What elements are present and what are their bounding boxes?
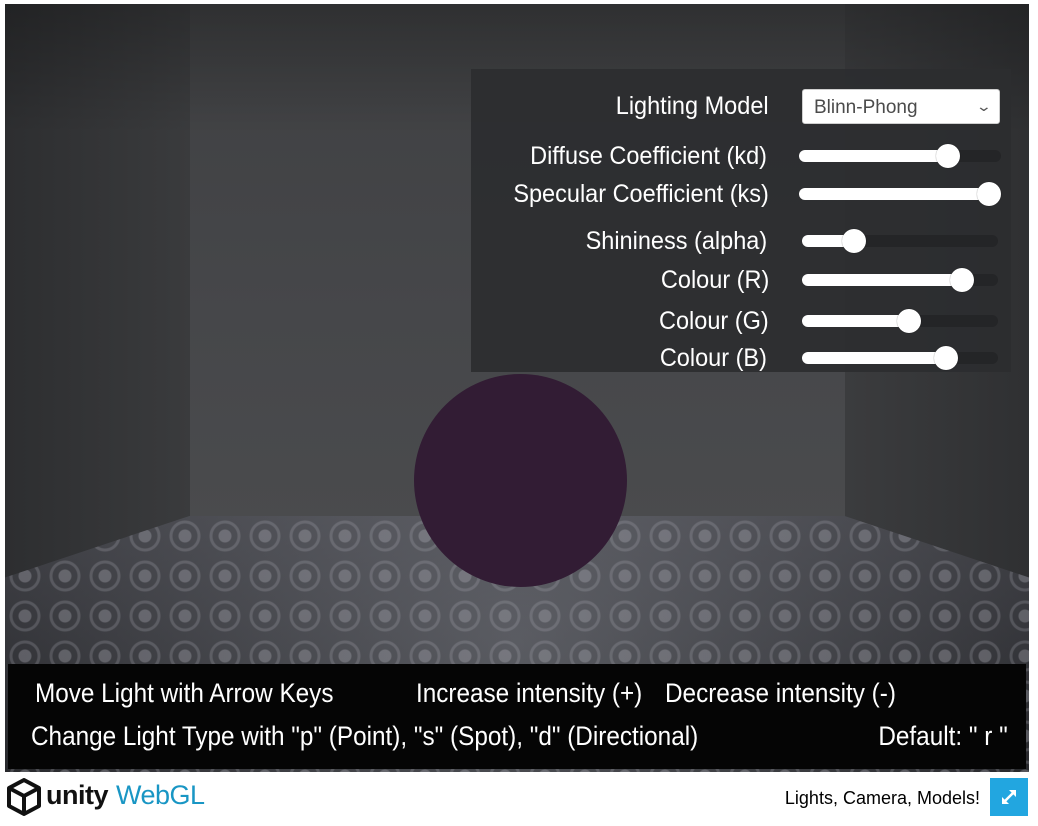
fullscreen-expand-icon	[1002, 790, 1016, 804]
diffuse-slider[interactable]	[799, 144, 1001, 168]
increase-intensity-instruction: Increase intensity (+)	[416, 678, 643, 708]
unity-wordmark: unity	[46, 780, 109, 810]
lighting-model-value: Blinn-Phong	[814, 97, 918, 118]
webgl-canvas[interactable]: Lighting Model Blinn-Phong ⌄ Diffuse Coe…	[5, 4, 1029, 772]
slider-fill	[799, 150, 949, 162]
unity-logo-icon	[7, 778, 41, 816]
lighting-model-row: Lighting Model Blinn-Phong ⌄	[471, 89, 1011, 124]
slider-handle[interactable]	[949, 268, 974, 292]
app-title: Lights, Camera, Models!	[784, 788, 980, 808]
specular-label: Specular Coefficient (ks)	[513, 180, 769, 208]
lit-sphere	[414, 374, 627, 587]
colour-g-slider[interactable]	[802, 309, 998, 333]
colour-r-slider[interactable]	[802, 268, 998, 292]
slider-row-specular: Specular Coefficient (ks)	[471, 177, 1011, 211]
slider-fill	[802, 315, 909, 327]
slider-fill	[802, 274, 962, 286]
shininess-slider[interactable]	[802, 229, 998, 253]
slider-handle[interactable]	[977, 182, 1001, 206]
change-light-type-instruction: Change Light Type with "p" (Point), "s" …	[31, 721, 699, 751]
webgl-wordmark: WebGL	[116, 780, 205, 810]
chevron-down-icon: ⌄	[975, 98, 993, 114]
slider-row-diffuse: Diffuse Coefficient (kd)	[471, 139, 1011, 173]
unity-footer: unity WebGL Lights, Camera, Models!	[0, 776, 1038, 826]
lighting-model-dropdown[interactable]: Blinn-Phong ⌄	[802, 89, 1000, 124]
specular-slider[interactable]	[799, 182, 1001, 206]
slider-row-colour-b: Colour (B)	[471, 341, 1011, 375]
lighting-model-label: Lighting Model	[616, 92, 769, 120]
slider-fill	[802, 352, 947, 364]
diffuse-label: Diffuse Coefficient (kd)	[530, 142, 767, 170]
slider-fill	[799, 188, 989, 200]
slider-row-shininess: Shininess (alpha)	[471, 224, 1011, 258]
colour-r-label: Colour (R)	[660, 266, 769, 294]
slider-handle[interactable]	[936, 144, 961, 168]
shininess-label: Shininess (alpha)	[585, 227, 767, 255]
slider-handle[interactable]	[896, 309, 921, 333]
default-key-instruction: Default: " r "	[878, 721, 1008, 751]
slider-handle[interactable]	[934, 346, 959, 370]
lighting-controls-panel: Lighting Model Blinn-Phong ⌄ Diffuse Coe…	[471, 69, 1011, 372]
fullscreen-button[interactable]	[990, 778, 1028, 816]
decrease-intensity-instruction: Decrease intensity (-)	[665, 678, 896, 708]
slider-row-colour-r: Colour (R)	[471, 263, 1011, 297]
slider-handle[interactable]	[841, 229, 866, 253]
slider-row-colour-g: Colour (G)	[471, 304, 1011, 338]
colour-g-label: Colour (G)	[659, 307, 769, 335]
colour-b-slider[interactable]	[802, 346, 998, 370]
instructions-bar: Move Light with Arrow Keys Increase inte…	[8, 664, 1026, 769]
move-light-instruction: Move Light with Arrow Keys	[35, 678, 334, 708]
colour-b-label: Colour (B)	[659, 344, 767, 372]
